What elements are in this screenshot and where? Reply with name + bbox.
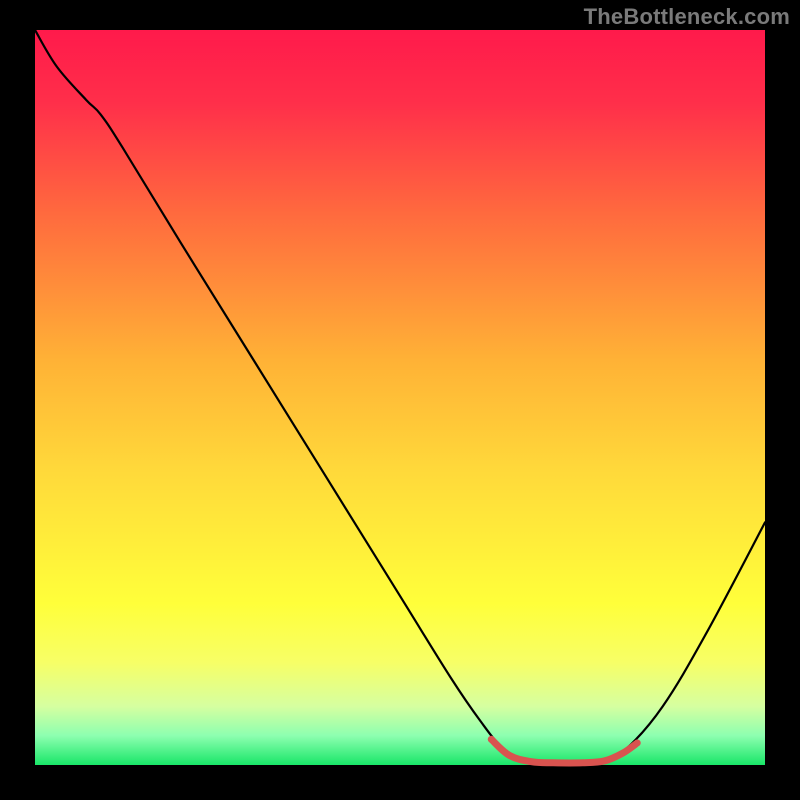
bottleneck-chart [0, 0, 800, 800]
plot-background [35, 30, 765, 765]
chart-stage: TheBottleneck.com [0, 0, 800, 800]
